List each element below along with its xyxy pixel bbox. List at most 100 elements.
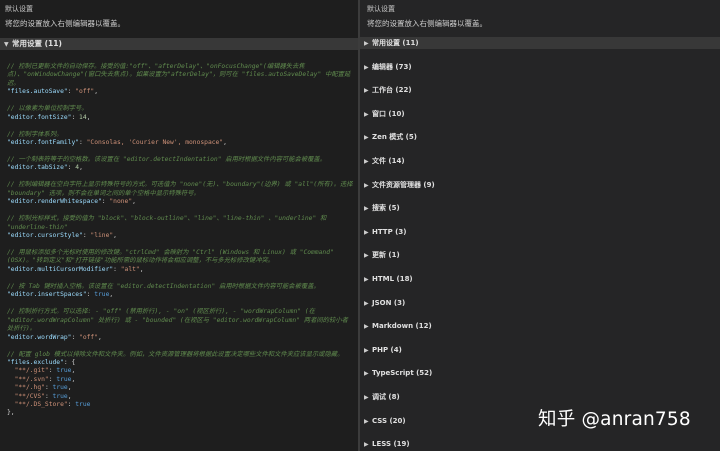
settings-code-block[interactable]: // 控制已更新文件的自动保存。接受的值:"off"、"afterDelay"、… [7, 63, 354, 426]
setting-line[interactable]: "editor.renderWhitespace": "none", [7, 198, 354, 206]
watermark: 知乎 @anran758 [538, 409, 691, 430]
left-pane-title: 默认设置 [5, 5, 33, 13]
setting-line[interactable]: "editor.fontSize": 14, [7, 114, 354, 122]
category-item[interactable]: ▶ 工作台 (22) [360, 84, 720, 96]
category-item[interactable]: ▶ 文件 (14) [360, 155, 720, 167]
setting-value: "off" [75, 88, 95, 96]
category-item[interactable]: ▶ Markdown (12) [360, 320, 720, 332]
setting-comment: // 控制编辑器在空白字符上显示特殊符号的方式。可选值为 "none"(无)、"… [7, 181, 353, 197]
setting-block[interactable]: // 控制编辑器在空白字符上显示特殊符号的方式。可选值为 "none"(无)、"… [7, 181, 354, 206]
category-label: CSS (20) [372, 416, 406, 425]
category-label: 文件资源管理器 (9) [372, 180, 435, 189]
chevron-right-icon: ▶ [364, 275, 369, 283]
setting-value: "off" [79, 333, 99, 341]
settings-group-header[interactable]: ▼ 常用设置 (11) [0, 38, 358, 50]
setting-comment: // 配置 glob 模式以排除文件和文件夹。例如，文件资源管理器将根据此设置决… [7, 350, 344, 358]
setting-line[interactable]: "files.exclude": { [7, 359, 354, 367]
right-pane-description: 将您的设置放入右侧编辑器以覆盖。 [367, 19, 487, 28]
setting-block[interactable]: // 用鼠标添加多个光标时使用的修改键。"ctrlCmd" 会映射为 "Ctrl… [7, 249, 354, 274]
exclude-value: true [75, 400, 91, 408]
category-item[interactable]: ▶ 窗口 (10) [360, 108, 720, 120]
setting-block[interactable]: // 以像素为单位控制字号。 "editor.fontSize": 14, [7, 105, 354, 122]
setting-block[interactable]: // 控制已更新文件的自动保存。接受的值:"off"、"afterDelay"、… [7, 63, 354, 97]
exclude-entry[interactable]: "**/.DS_Store": true [7, 401, 354, 409]
category-label: 文件 (14) [372, 156, 405, 165]
setting-comment: // 控制已更新文件的自动保存。接受的值:"off"、"afterDelay"、… [7, 63, 351, 87]
setting-key: "editor.renderWhitespace" [7, 198, 102, 206]
category-item[interactable]: ▶ HTTP (3) [360, 226, 720, 238]
exclude-entry[interactable]: "**/CVS": true, [7, 393, 354, 401]
chevron-right-icon: ▶ [364, 441, 369, 449]
category-label: JSON (3) [372, 298, 406, 307]
setting-key: "editor.cursorStyle" [7, 232, 83, 240]
chevron-right-icon: ▶ [364, 393, 369, 401]
exclude-key: "**/.hg" [14, 384, 45, 392]
chevron-right-icon: ▶ [364, 299, 369, 307]
setting-line[interactable]: "editor.fontFamily": "Consolas, 'Courier… [7, 139, 354, 147]
setting-block[interactable]: // 控制字体系列。 "editor.fontFamily": "Consolas… [7, 131, 354, 148]
chevron-right-icon: ▶ [364, 252, 369, 260]
setting-line[interactable]: "editor.cursorStyle": "line", [7, 232, 354, 240]
setting-line[interactable]: "editor.wordWrap": "off", [7, 334, 354, 342]
setting-value: "line" [90, 232, 114, 240]
chevron-right-icon: ▶ [364, 370, 369, 378]
exclude-entry[interactable]: "**/.hg": true, [7, 384, 354, 392]
category-label: 常用设置 (11) [372, 39, 419, 47]
category-label: HTTP (3) [372, 227, 407, 236]
setting-key: "files.autoSave" [7, 88, 68, 96]
setting-line[interactable]: "editor.tabSize": 4, [7, 164, 354, 172]
exclude-close: }, [7, 409, 15, 417]
setting-line[interactable]: "editor.multiCursorModifier": "alt", [7, 266, 354, 274]
category-label: PHP (4) [372, 345, 402, 354]
setting-comment: // 用鼠标添加多个光标时使用的修改键。"ctrlCmd" 会映射为 "Ctrl… [7, 249, 334, 265]
category-item[interactable]: ▶ 更新 (1) [360, 249, 720, 261]
category-item[interactable]: ▶ LESS (19) [360, 438, 720, 450]
category-label: 窗口 (10) [372, 109, 405, 118]
setting-comment: // 控制折行方式。可以选择: - "off" (禁用折行), - "on" (… [7, 308, 348, 333]
setting-line[interactable]: "files.autoSave": "off", [7, 88, 354, 96]
category-item[interactable]: ▶ 搜索 (5) [360, 202, 720, 214]
exclude-value: true [56, 375, 72, 383]
setting-value: 4 [75, 164, 80, 172]
setting-line[interactable]: "editor.insertSpaces": true, [7, 291, 354, 299]
category-item[interactable]: ▶ HTML (18) [360, 273, 720, 285]
category-item[interactable]: ▶ Zen 模式 (5) [360, 131, 720, 143]
setting-key: "editor.fontFamily" [7, 139, 80, 147]
setting-key: "editor.multiCursorModifier" [7, 265, 114, 273]
setting-comment: // 按 Tab 键时插入空格。该设置在 "editor.detectInden… [7, 282, 320, 290]
setting-block[interactable]: // 控制光标样式，接受的值为 "block"、"block-outline"、… [7, 215, 354, 240]
category-item[interactable]: ▶ 编辑器 (73) [360, 61, 720, 73]
exclude-entry[interactable]: "**/.svn": true, [7, 376, 354, 384]
setting-block[interactable]: // 按 Tab 键时插入空格。该设置在 "editor.detectInden… [7, 283, 354, 300]
setting-block[interactable]: // 一个制表符等于的空格数。该设置在 "editor.detectIndent… [7, 156, 354, 173]
chevron-right-icon: ▶ [364, 417, 369, 425]
right-editor-pane[interactable]: 默认设置 将您的设置放入右侧编辑器以覆盖。 ▶ 常用设置 (11) ▶ 编辑器 (73… [360, 0, 720, 451]
setting-key: "editor.tabSize" [7, 164, 68, 172]
chevron-right-icon: ▶ [364, 181, 369, 189]
setting-value: "none" [109, 198, 133, 206]
setting-value: 14 [79, 113, 87, 121]
setting-block[interactable]: // 控制折行方式。可以选择: - "off" (禁用折行), - "on" (… [7, 308, 354, 342]
category-label: Markdown (12) [372, 322, 432, 331]
setting-key: "editor.fontSize" [7, 113, 72, 121]
category-label: 编辑器 (73) [372, 62, 412, 71]
setting-block[interactable]: // 配置 glob 模式以排除文件和文件夹。例如，文件资源管理器将根据此设置决… [7, 351, 354, 418]
category-item[interactable]: ▶ PHP (4) [360, 344, 720, 356]
category-item[interactable]: ▶ 常用设置 (11) [360, 37, 720, 49]
category-label: LESS (19) [372, 440, 410, 449]
exclude-key: "**/.git" [14, 367, 49, 375]
category-item[interactable]: ▶ JSON (3) [360, 297, 720, 309]
setting-comment: // 控制字体系列。 [7, 130, 63, 138]
exclude-key: "**/.DS_Store" [14, 400, 68, 408]
category-item[interactable]: ▶ 文件资源管理器 (9) [360, 179, 720, 191]
exclude-entry[interactable]: "**/.git": true, [7, 367, 354, 375]
category-item[interactable]: ▶ TypeScript (52) [360, 367, 720, 379]
chevron-right-icon: ▶ [364, 63, 369, 71]
category-item[interactable]: ▶ 调试 (8) [360, 391, 720, 403]
exclude-value: true [52, 384, 68, 392]
setting-key: "editor.wordWrap" [7, 333, 72, 341]
setting-key: "editor.insertSpaces" [7, 291, 87, 299]
setting-key: "files.exclude" [7, 358, 64, 366]
chevron-right-icon: ▶ [364, 87, 369, 95]
left-editor-pane[interactable]: 默认设置 将您的设置放入右侧编辑器以覆盖。 ▼ 常用设置 (11) // 控制已更… [0, 0, 358, 451]
